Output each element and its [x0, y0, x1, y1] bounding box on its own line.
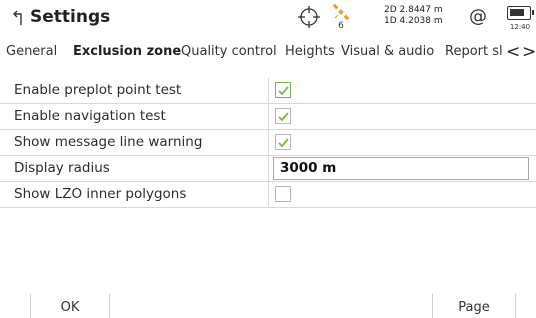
back-icon[interactable] [12, 9, 28, 27]
navigation-test-checkbox[interactable] [275, 108, 291, 124]
battery-icon[interactable] [507, 6, 534, 20]
ok-label: OK [60, 300, 80, 315]
tab-general[interactable]: General [6, 44, 57, 59]
setting-label: Enable navigation test [14, 108, 166, 124]
check-icon [278, 138, 289, 148]
lzo-polygons-checkbox[interactable] [275, 186, 291, 202]
tab-quality-control[interactable]: Quality control [181, 44, 277, 59]
tab-exclusion-zone[interactable]: Exclusion zone [73, 44, 181, 59]
page-label: Page [458, 300, 490, 315]
display-radius-value: 3000 m [280, 160, 337, 176]
tab-visual-audio[interactable]: Visual & audio [341, 44, 434, 59]
check-icon [278, 112, 289, 122]
setting-row-lzo-polygons: Show LZO inner polygons [0, 182, 536, 208]
tab-heights[interactable]: Heights [285, 44, 335, 59]
preplot-test-checkbox[interactable] [275, 82, 291, 98]
setting-label: Show LZO inner polygons [14, 186, 187, 202]
clock-time: 12:40 [509, 23, 531, 31]
setting-row-preplot-test: Enable preplot point test [0, 78, 536, 104]
tab-report[interactable]: Report sl [445, 44, 503, 59]
connection-icon[interactable]: @ [469, 6, 487, 27]
display-radius-input[interactable]: 3000 m [273, 157, 529, 180]
precision-2d: 2D 2.8447 m [384, 5, 443, 15]
setting-row-navigation-test: Enable navigation test [0, 104, 536, 130]
satellite-count: 6 [338, 21, 344, 31]
satellite-icon[interactable] [332, 3, 350, 21]
setting-row-message-warning: Show message line warning [0, 130, 536, 156]
title-bar: Settings 6 2D 2.8447 m 1D 4.2038 m @ 12:… [0, 0, 536, 36]
page-button[interactable]: Page [432, 294, 516, 318]
page-title: Settings [30, 7, 111, 27]
settings-tabs: General Exclusion zone Quality control H… [0, 44, 536, 66]
softkey-bar: OK Page [0, 294, 536, 318]
precision-readout[interactable]: 2D 2.8447 m 1D 4.2038 m [384, 5, 464, 27]
setting-label: Display radius [14, 160, 110, 176]
ok-button[interactable]: OK [30, 294, 110, 318]
precision-1d: 1D 4.2038 m [384, 16, 443, 26]
setting-row-display-radius: Display radius 3000 m [0, 156, 536, 182]
tab-prev-button[interactable]: < [506, 42, 520, 62]
gps-crosshair-icon[interactable] [298, 6, 320, 28]
message-warning-checkbox[interactable] [275, 134, 291, 150]
setting-label: Show message line warning [14, 134, 203, 150]
check-icon [278, 86, 289, 96]
setting-label: Enable preplot point test [14, 82, 182, 98]
tab-next-button[interactable]: > [522, 42, 536, 62]
